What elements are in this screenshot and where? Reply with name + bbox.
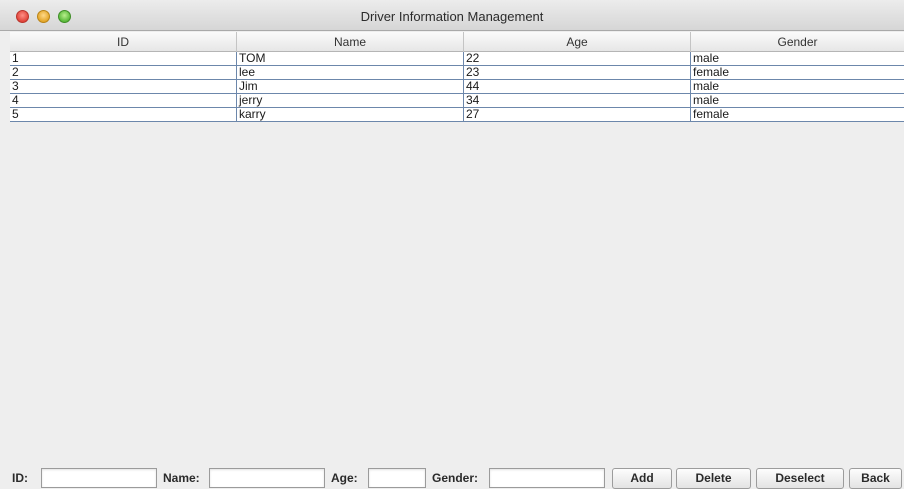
table-row[interactable]: 3 Jim 44 male [10,80,904,94]
table-body: 1 TOM 22 male 2 lee 23 female 3 Jim 44 m… [10,52,904,122]
cell-id[interactable]: 2 [10,66,237,79]
cell-gender[interactable]: male [691,52,904,65]
cell-id[interactable]: 3 [10,80,237,93]
cell-age[interactable]: 22 [464,52,691,65]
gender-label: Gender: [432,471,479,485]
cell-age[interactable]: 27 [464,108,691,121]
app-window: Driver Information Management ID Name Ag… [0,0,904,489]
table-header: ID Name Age Gender [10,32,904,52]
title-bar[interactable]: Driver Information Management [0,0,904,31]
delete-button[interactable]: Delete [676,468,751,489]
table-row[interactable]: 4 jerry 34 male [10,94,904,108]
cell-age[interactable]: 44 [464,80,691,93]
back-button[interactable]: Back [849,468,902,489]
cell-age[interactable]: 34 [464,94,691,107]
cell-name[interactable]: karry [237,108,464,121]
column-header-name[interactable]: Name [237,32,464,52]
cell-id[interactable]: 5 [10,108,237,121]
gender-field[interactable] [489,468,605,488]
deselect-button[interactable]: Deselect [756,468,844,489]
id-field[interactable] [41,468,157,488]
name-label: Name: [163,471,200,485]
driver-table[interactable]: ID Name Age Gender 1 TOM 22 male 2 lee 2… [10,32,904,450]
name-field[interactable] [209,468,325,488]
cell-gender[interactable]: male [691,80,904,93]
cell-name[interactable]: jerry [237,94,464,107]
cell-name[interactable]: lee [237,66,464,79]
edit-form: ID: Name: Age: Gender: Add Delete Desele… [0,462,904,489]
table-row[interactable]: 1 TOM 22 male [10,52,904,66]
cell-age[interactable]: 23 [464,66,691,79]
cell-id[interactable]: 4 [10,94,237,107]
cell-gender[interactable]: male [691,94,904,107]
age-label: Age: [331,471,358,485]
column-header-age[interactable]: Age [464,32,691,52]
table-row[interactable]: 2 lee 23 female [10,66,904,80]
add-button[interactable]: Add [612,468,672,489]
table-row[interactable]: 5 karry 27 female [10,108,904,122]
id-label: ID: [12,471,28,485]
cell-gender[interactable]: female [691,66,904,79]
column-header-id[interactable]: ID [10,32,237,52]
cell-name[interactable]: TOM [237,52,464,65]
cell-name[interactable]: Jim [237,80,464,93]
cell-id[interactable]: 1 [10,52,237,65]
window-title: Driver Information Management [360,9,544,24]
age-field[interactable] [368,468,426,488]
cell-gender[interactable]: female [691,108,904,121]
column-header-gender[interactable]: Gender [691,32,904,52]
